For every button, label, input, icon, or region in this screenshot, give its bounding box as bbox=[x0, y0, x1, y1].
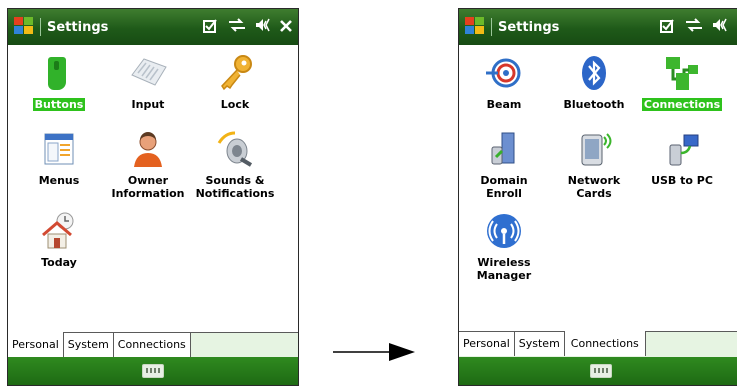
settings-tab-strip: Personal System Connections bbox=[8, 332, 298, 358]
tab-personal[interactable]: Personal bbox=[459, 332, 515, 356]
volume-icon[interactable] bbox=[255, 18, 271, 36]
title-bar: Settings bbox=[8, 9, 298, 45]
settings-item-network-cards[interactable]: Network Cards bbox=[551, 129, 637, 201]
settings-item-label: Buttons bbox=[32, 98, 86, 111]
settings-item-label: Lock bbox=[220, 98, 250, 111]
title-separator bbox=[40, 18, 41, 36]
settings-item-lock[interactable]: Lock bbox=[192, 53, 278, 112]
title-bar-status-icons bbox=[203, 9, 292, 45]
checkbox-icon[interactable] bbox=[660, 18, 676, 37]
settings-item-label: Today bbox=[41, 256, 77, 269]
beam-icon bbox=[484, 53, 524, 93]
settings-item-label: USB to PC bbox=[651, 174, 713, 187]
title-separator bbox=[491, 18, 492, 36]
settings-item-label: Domain Enroll bbox=[480, 174, 528, 200]
settings-screen-personal: Settings Buttons Input Lock Menus Owner … bbox=[7, 8, 299, 386]
windows-start-icon[interactable] bbox=[14, 17, 36, 37]
volume-icon[interactable] bbox=[712, 18, 728, 36]
tab-strip-filler bbox=[645, 332, 737, 358]
settings-item-menus[interactable]: Menus bbox=[16, 129, 102, 188]
speaker-icon bbox=[215, 129, 255, 169]
settings-item-usb-to-pc[interactable]: USB to PC bbox=[639, 129, 725, 188]
tab-system[interactable]: System bbox=[514, 332, 565, 356]
settings-item-buttons[interactable]: Buttons bbox=[16, 53, 102, 112]
bottom-menu-bar bbox=[8, 357, 298, 385]
settings-item-connections[interactable]: Connections bbox=[639, 53, 725, 112]
keyboard-toggle-icon[interactable] bbox=[142, 364, 164, 378]
settings-screen-connections: Settings Beam Bluetooth Connections Doma… bbox=[458, 8, 737, 386]
settings-item-label: Sounds & Notifications bbox=[195, 174, 275, 200]
connectivity-icon[interactable] bbox=[228, 18, 246, 36]
settings-item-label: Input bbox=[131, 98, 165, 111]
tab-system[interactable]: System bbox=[63, 333, 114, 357]
settings-item-label: Beam bbox=[486, 98, 522, 111]
settings-item-label: Menus bbox=[38, 174, 80, 187]
close-icon[interactable] bbox=[280, 18, 292, 36]
settings-item-sounds-notifications[interactable]: Sounds & Notifications bbox=[192, 129, 278, 201]
settings-item-label: Connections bbox=[641, 98, 723, 111]
settings-tab-strip: Personal System Connections bbox=[459, 331, 737, 358]
window-title: Settings bbox=[47, 19, 109, 35]
settings-item-beam[interactable]: Beam bbox=[461, 53, 547, 112]
key-icon bbox=[215, 53, 255, 93]
buttons-icon bbox=[39, 53, 79, 93]
settings-item-owner-information[interactable]: Owner Information bbox=[105, 129, 191, 201]
tab-connections[interactable]: Connections bbox=[564, 331, 646, 356]
settings-item-label: Owner Information bbox=[111, 174, 185, 200]
transition-arrow bbox=[333, 343, 415, 361]
owner-icon bbox=[128, 129, 168, 169]
home-clock-icon bbox=[39, 211, 79, 251]
bottom-menu-bar bbox=[459, 357, 737, 385]
network-cards-icon bbox=[574, 129, 614, 169]
settings-item-bluetooth[interactable]: Bluetooth bbox=[551, 53, 637, 112]
checkbox-icon[interactable] bbox=[203, 18, 219, 37]
tab-personal[interactable]: Personal bbox=[8, 332, 64, 357]
domain-enroll-icon bbox=[484, 129, 524, 169]
keyboard-toggle-icon[interactable] bbox=[590, 364, 612, 378]
tab-connections[interactable]: Connections bbox=[113, 333, 191, 357]
settings-item-label: Bluetooth bbox=[563, 98, 625, 111]
bluetooth-icon bbox=[574, 53, 614, 93]
settings-item-wireless-manager[interactable]: Wireless Manager bbox=[461, 211, 547, 283]
wireless-icon bbox=[484, 211, 524, 251]
tab-strip-filler bbox=[190, 333, 298, 358]
title-bar: Settings bbox=[459, 9, 737, 45]
connections-icon bbox=[662, 53, 702, 93]
title-bar-status-icons bbox=[660, 9, 737, 45]
settings-item-domain-enroll[interactable]: Domain Enroll bbox=[461, 129, 547, 201]
window-title: Settings bbox=[498, 19, 560, 35]
connectivity-icon[interactable] bbox=[685, 18, 703, 36]
menus-icon bbox=[39, 129, 79, 169]
windows-start-icon[interactable] bbox=[465, 17, 487, 37]
settings-item-label: Wireless Manager bbox=[476, 256, 532, 282]
settings-item-label: Network Cards bbox=[567, 174, 621, 200]
usb-to-pc-icon bbox=[662, 129, 702, 169]
settings-item-input[interactable]: Input bbox=[105, 53, 191, 112]
settings-item-today[interactable]: Today bbox=[16, 211, 102, 270]
keyboard-icon bbox=[128, 53, 168, 93]
